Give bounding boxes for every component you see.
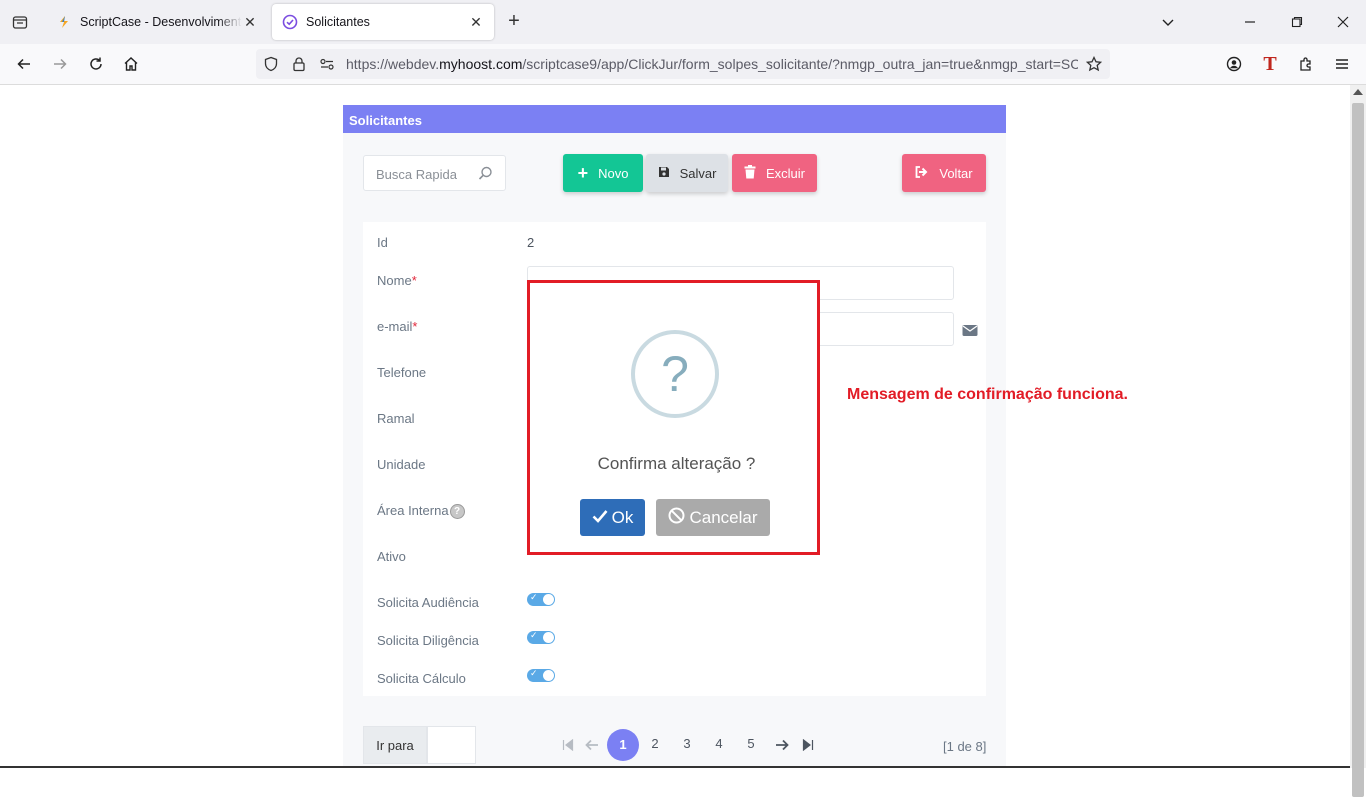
lock-icon[interactable] <box>290 55 308 73</box>
toggle-knob <box>543 594 554 605</box>
plus-icon: + <box>577 163 589 183</box>
novo-label: Novo <box>598 165 629 181</box>
cancel-label: Cancelar <box>689 507 758 527</box>
check-icon: ✓ <box>530 630 538 640</box>
scroll-up-icon[interactable] <box>1353 89 1363 95</box>
page-3-button[interactable]: 3 <box>677 736 697 751</box>
save-icon <box>658 166 670 181</box>
menu-hamburger-icon[interactable] <box>1330 52 1354 76</box>
ramal-label: Ramal <box>377 411 415 426</box>
cancel-button[interactable]: Cancelar <box>656 499 770 536</box>
id-value: 2 <box>527 235 535 250</box>
close-tab-icon[interactable]: ✕ <box>242 14 258 30</box>
bookmark-star-icon[interactable] <box>1085 55 1103 73</box>
shield-icon[interactable] <box>262 55 280 73</box>
confirm-dialog: ? Confirma alteração ? Ok Cancelar <box>527 280 820 555</box>
browser-nav-bar: https://webdev.myhoost.com/scriptcase9/a… <box>0 44 1366 85</box>
toggle-knob <box>543 632 554 643</box>
unidade-label: Unidade <box>377 457 426 472</box>
id-label: Id <box>377 235 388 250</box>
tab-list-icon[interactable] <box>8 10 32 34</box>
area-interna-label: Área Interna? <box>377 503 465 520</box>
solicita-audiencia-toggle[interactable]: ✓ <box>527 592 555 606</box>
forward-arrow-icon[interactable] <box>48 52 72 76</box>
confirm-message: Confirma alteração ? <box>597 454 756 473</box>
voltar-button[interactable]: Voltar <box>902 154 986 192</box>
tab-solicitantes[interactable]: Solicitantes ✕ <box>272 4 494 40</box>
close-window-icon[interactable] <box>1331 10 1355 34</box>
go-to-page-input[interactable] <box>427 726 476 764</box>
voltar-label: Voltar <box>939 165 973 181</box>
url-text[interactable]: https://webdev.myhoost.com/scriptcase9/a… <box>346 56 1078 72</box>
ok-label: Ok <box>611 507 634 527</box>
page-info: [1 de 8] <box>943 739 987 754</box>
restore-icon[interactable] <box>1285 10 1309 34</box>
solicita-calculo-label: Solicita Cálculo <box>377 671 466 686</box>
tab-title: Solicitantes <box>306 15 370 29</box>
excluir-button[interactable]: Excluir <box>732 154 817 192</box>
check-icon: ✓ <box>530 592 538 602</box>
address-bar[interactable]: https://webdev.myhoost.com/scriptcase9/a… <box>256 49 1110 79</box>
next-page-icon[interactable] <box>775 738 789 752</box>
help-icon[interactable]: ? <box>449 504 465 520</box>
scriptcase-favicon-icon <box>56 14 72 30</box>
novo-button[interactable]: + Novo <box>563 154 643 192</box>
ok-button[interactable]: Ok <box>580 499 645 536</box>
extensions-puzzle-icon[interactable] <box>1294 52 1318 76</box>
excluir-label: Excluir <box>765 165 805 181</box>
envelope-icon[interactable] <box>962 324 978 342</box>
tab-scriptcase[interactable]: ScriptCase - Desenvolvimento - ✕ <box>46 4 268 40</box>
nome-label: Nome* <box>377 273 417 288</box>
page-title: Solicitantes <box>349 113 422 128</box>
chevron-down-icon[interactable] <box>1156 10 1180 34</box>
close-tab-icon[interactable]: ✕ <box>468 14 484 30</box>
page-5-button[interactable]: 5 <box>741 736 761 751</box>
annotation-text: Mensagem de confirmação funciona. <box>847 386 1128 403</box>
form-title-bar: Solicitantes <box>343 105 1006 133</box>
page-2-button[interactable]: 2 <box>645 736 665 751</box>
page-1-button[interactable]: 1 <box>607 729 639 761</box>
required-mark: * <box>412 319 418 334</box>
sign-out-icon <box>915 165 929 181</box>
go-to-button[interactable]: Ir para <box>363 726 427 764</box>
email-label: e-mail* <box>377 319 418 334</box>
browser-tab-bar: ScriptCase - Desenvolvimento - ✕ Solicit… <box>0 0 1366 44</box>
search-placeholder: Busca Rapida <box>376 167 457 182</box>
previous-page-icon[interactable] <box>585 738 599 752</box>
salvar-label: Salvar <box>679 165 717 181</box>
minimize-icon[interactable] <box>1238 10 1262 34</box>
home-icon[interactable] <box>119 52 143 76</box>
solicita-diligencia-label: Solicita Diligência <box>377 633 479 648</box>
toggle-knob <box>543 670 554 681</box>
solicita-diligencia-toggle[interactable]: ✓ <box>527 630 555 644</box>
question-icon: ? <box>631 330 719 418</box>
vertical-scrollbar[interactable] <box>1350 85 1366 797</box>
tab-title: ScriptCase - Desenvolvimento - <box>80 15 242 29</box>
trash-icon <box>744 164 756 182</box>
check-icon <box>592 508 608 528</box>
ativo-label: Ativo <box>377 549 406 564</box>
salvar-button[interactable]: Salvar <box>646 154 728 192</box>
check-icon: ✓ <box>530 668 538 678</box>
required-mark: * <box>411 273 417 288</box>
quick-search-input[interactable]: Busca Rapida <box>363 155 506 191</box>
reload-icon[interactable] <box>84 52 108 76</box>
solicita-audiencia-label: Solicita Audiência <box>377 595 479 610</box>
back-arrow-icon[interactable] <box>12 52 36 76</box>
extension-t-icon[interactable]: T <box>1258 52 1282 76</box>
permissions-icon[interactable] <box>318 55 336 73</box>
new-tab-button[interactable]: + <box>504 11 524 32</box>
last-page-icon[interactable] <box>801 738 815 752</box>
page-4-button[interactable]: 4 <box>709 736 729 751</box>
telefone-label: Telefone <box>377 365 427 380</box>
scrollbar-thumb[interactable] <box>1352 103 1364 797</box>
check-circle-favicon-icon <box>282 14 298 30</box>
search-icon[interactable] <box>478 166 493 184</box>
solicita-calculo-toggle[interactable]: ✓ <box>527 668 555 682</box>
ban-icon <box>668 507 685 529</box>
account-icon[interactable] <box>1222 52 1246 76</box>
first-page-icon[interactable] <box>561 738 575 752</box>
